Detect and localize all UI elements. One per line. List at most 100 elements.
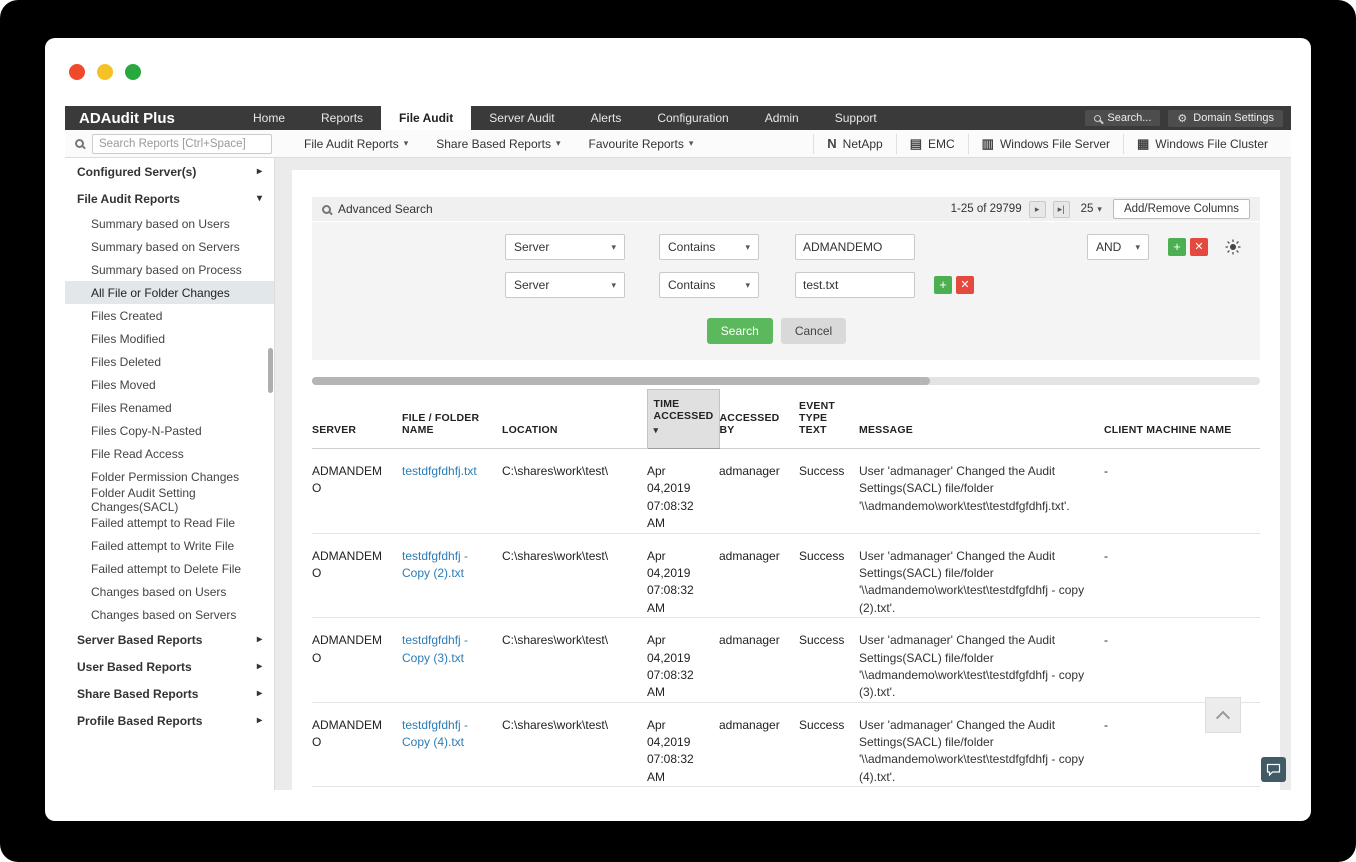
cancel-button[interactable]: Cancel <box>780 318 847 344</box>
last-page-button[interactable]: ▸| <box>1052 200 1070 218</box>
column-header[interactable]: SERVER ▾ <box>312 389 402 449</box>
column-header[interactable]: ACCESSED BY ▾ <box>719 389 799 449</box>
search-button[interactable]: Search <box>706 318 773 344</box>
server-type-button[interactable]: ▥ Windows File Server <box>967 133 1123 154</box>
sidebar-section[interactable]: Server Based Reports ▸ <box>65 626 274 653</box>
filter-operator-select[interactable]: Contains ▾ <box>659 234 759 260</box>
sidebar-report-item[interactable]: Summary based on Process <box>65 258 274 281</box>
advanced-search-toggle[interactable]: Advanced Search <box>322 202 433 216</box>
table-row[interactable]: ADMANDEMO testdfgfdhfj - Copy (4).txt C:… <box>312 702 1260 788</box>
report-menu-dropdown[interactable]: File Audit Reports ▾ <box>290 137 422 151</box>
scroll-to-top-button[interactable] <box>1205 697 1241 733</box>
table-row[interactable]: ADMANDEMO testdfgfdhfj - Copy (2).txt C:… <box>312 533 1260 619</box>
message-cell: User 'admanager' Changed the Audit Setti… <box>859 448 1104 534</box>
nav-tab[interactable]: Alerts <box>573 106 640 130</box>
file-name-link[interactable]: testdfgfdhfj - Copy (2).txt <box>402 533 502 619</box>
column-header[interactable]: FILE / FOLDER NAME ▾ <box>402 389 502 449</box>
global-search-button[interactable]: Search... <box>1085 110 1161 126</box>
sidebar-section[interactable]: Share Based Reports ▸ <box>65 680 274 707</box>
sidebar-report-item[interactable]: Files Created <box>65 304 274 327</box>
filter-logic-select[interactable]: AND ▾ <box>1087 234 1149 260</box>
filter-row-2: Server ▾ Contains ▾ + ✕ <box>312 272 1241 298</box>
server-type-button[interactable]: ▤ EMC <box>895 133 968 154</box>
add-remove-columns-button[interactable]: Add/Remove Columns <box>1112 199 1250 219</box>
sidebar-report-item[interactable]: Files Renamed <box>65 396 274 419</box>
sidebar-report-item[interactable]: Files Modified <box>65 327 274 350</box>
sidebar-report-item[interactable]: Files Moved <box>65 373 274 396</box>
filter-operator-select[interactable]: Contains ▾ <box>659 272 759 298</box>
sidebar-report-item[interactable]: Files Copy-N-Pasted <box>65 419 274 442</box>
window-minimize-button[interactable] <box>97 64 113 80</box>
filter-value-input[interactable] <box>795 272 915 298</box>
search-icon <box>1094 114 1102 122</box>
nav-tab[interactable]: Reports <box>303 106 381 130</box>
remove-filter-button[interactable]: ✕ <box>956 276 974 294</box>
column-header-label: CLIENT MACHINE NAME <box>1104 424 1232 436</box>
sidebar-report-item[interactable]: Folder Audit Setting Changes(SACL) <box>65 486 274 514</box>
sidebar-scrollbar-thumb[interactable] <box>268 348 273 393</box>
sidebar-report-item[interactable]: Failed attempt to Read File <box>65 511 274 534</box>
feedback-chat-button[interactable] <box>1261 757 1286 782</box>
sidebar-report-item[interactable]: Failed attempt to Write File <box>65 534 274 557</box>
sidebar-report-item[interactable]: File Read Access <box>65 442 274 465</box>
message-cell: User 'admanager' Changed the Audit Setti… <box>859 533 1104 619</box>
next-page-button[interactable]: ▸ <box>1028 200 1046 218</box>
server-type-button[interactable]: N NetApp <box>813 133 895 154</box>
column-header[interactable]: CLIENT MACHINE NAME ▾ <box>1104 389 1260 449</box>
adaudit-app: ADAudit Plus Home Reports File Audit Ser… <box>65 106 1291 790</box>
sidebar-report-item[interactable]: Files Deleted <box>65 350 274 373</box>
server-type-label: Windows File Cluster <box>1155 136 1268 151</box>
sidebar-section[interactable]: Profile Based Reports ▸ <box>65 707 274 734</box>
sidebar-report-item[interactable]: Changes based on Users <box>65 580 274 603</box>
column-header[interactable]: EVENT TYPE TEXT ▾ <box>799 389 859 449</box>
table-horizontal-scrollbar[interactable] <box>312 377 1260 385</box>
window-close-button[interactable] <box>69 64 85 80</box>
nav-tabs: Home Reports File Audit Server Audit Ale… <box>235 106 895 130</box>
nav-tab[interactable]: Admin <box>747 106 817 130</box>
window-zoom-button[interactable] <box>125 64 141 80</box>
file-name-link[interactable]: testdfgfdhfj - Copy (4).txt <box>402 702 502 788</box>
chevron-down-icon: ▾ <box>611 241 616 252</box>
nav-tab[interactable]: Configuration <box>639 106 746 130</box>
file-name-link[interactable]: testdfgfdhfj.txt <box>402 448 502 534</box>
domain-settings-button[interactable]: ⚙ Domain Settings <box>1168 109 1283 127</box>
chat-bubble-icon <box>1266 763 1281 776</box>
reports-sidebar: Configured Server(s) ▸ File Audit Report… <box>65 158 275 790</box>
event-type-cell: Success <box>799 702 859 788</box>
column-header[interactable]: TIME ACCESSED ▾ <box>646 389 720 449</box>
report-menu-dropdown[interactable]: Share Based Reports ▾ <box>422 137 574 151</box>
page-size-select[interactable]: 25 ▾ <box>1077 203 1106 215</box>
table-row[interactable]: ADMANDEMO testdfgfdhfj - Copy (3).txt C:… <box>312 617 1260 703</box>
chevron-down-icon: ▾ <box>555 138 561 148</box>
sidebar-report-item[interactable]: Failed attempt to Delete File <box>65 557 274 580</box>
nav-tab[interactable]: Home <box>235 106 303 130</box>
add-filter-button[interactable]: + <box>1168 238 1186 256</box>
filter-value-input[interactable] <box>795 234 915 260</box>
table-row[interactable]: ADMANDEMO testdfgfdhfj.txt C:\shares\wor… <box>312 448 1260 534</box>
sidebar-report-item[interactable]: Changes based on Servers <box>65 603 274 626</box>
nav-tab[interactable]: Server Audit <box>471 106 572 130</box>
column-header[interactable]: LOCATION ▾ <box>502 389 647 449</box>
server-type-button[interactable]: ▦ Windows File Cluster <box>1123 133 1281 154</box>
scrollbar-thumb[interactable] <box>312 377 930 385</box>
file-name-link[interactable]: testdfgfdhfj - Copy (3).txt <box>402 617 502 703</box>
sidebar-section[interactable]: User Based Reports ▸ <box>65 653 274 680</box>
accessed-by-cell: admanager <box>719 533 799 619</box>
report-search-input[interactable] <box>92 133 272 154</box>
nav-tab[interactable]: Support <box>817 106 895 130</box>
report-menu-label: Favourite Reports <box>588 136 684 151</box>
filter-field-select[interactable]: Server ▾ <box>505 272 625 298</box>
column-header[interactable]: MESSAGE ▾ <box>859 389 1104 449</box>
sidebar-section-file-audit-reports[interactable]: File Audit Reports ▾ <box>65 185 274 212</box>
filter-field-select[interactable]: Server ▾ <box>505 234 625 260</box>
time-accessed-cell: Apr 04,2019 07:08:32 AM <box>647 617 719 703</box>
report-menu-dropdown[interactable]: Favourite Reports ▾ <box>575 137 708 151</box>
sidebar-report-item[interactable]: Summary based on Servers <box>65 235 274 258</box>
sidebar-report-item[interactable]: Summary based on Users <box>65 212 274 235</box>
remove-filter-button[interactable]: ✕ <box>1190 238 1208 256</box>
sidebar-report-item[interactable]: All File or Folder Changes <box>65 281 274 304</box>
sidebar-section-configured-servers[interactable]: Configured Server(s) ▸ <box>65 158 274 185</box>
add-filter-button[interactable]: + <box>934 276 952 294</box>
nav-tab[interactable]: File Audit <box>381 106 472 130</box>
highlight-icon[interactable] <box>1225 239 1241 255</box>
